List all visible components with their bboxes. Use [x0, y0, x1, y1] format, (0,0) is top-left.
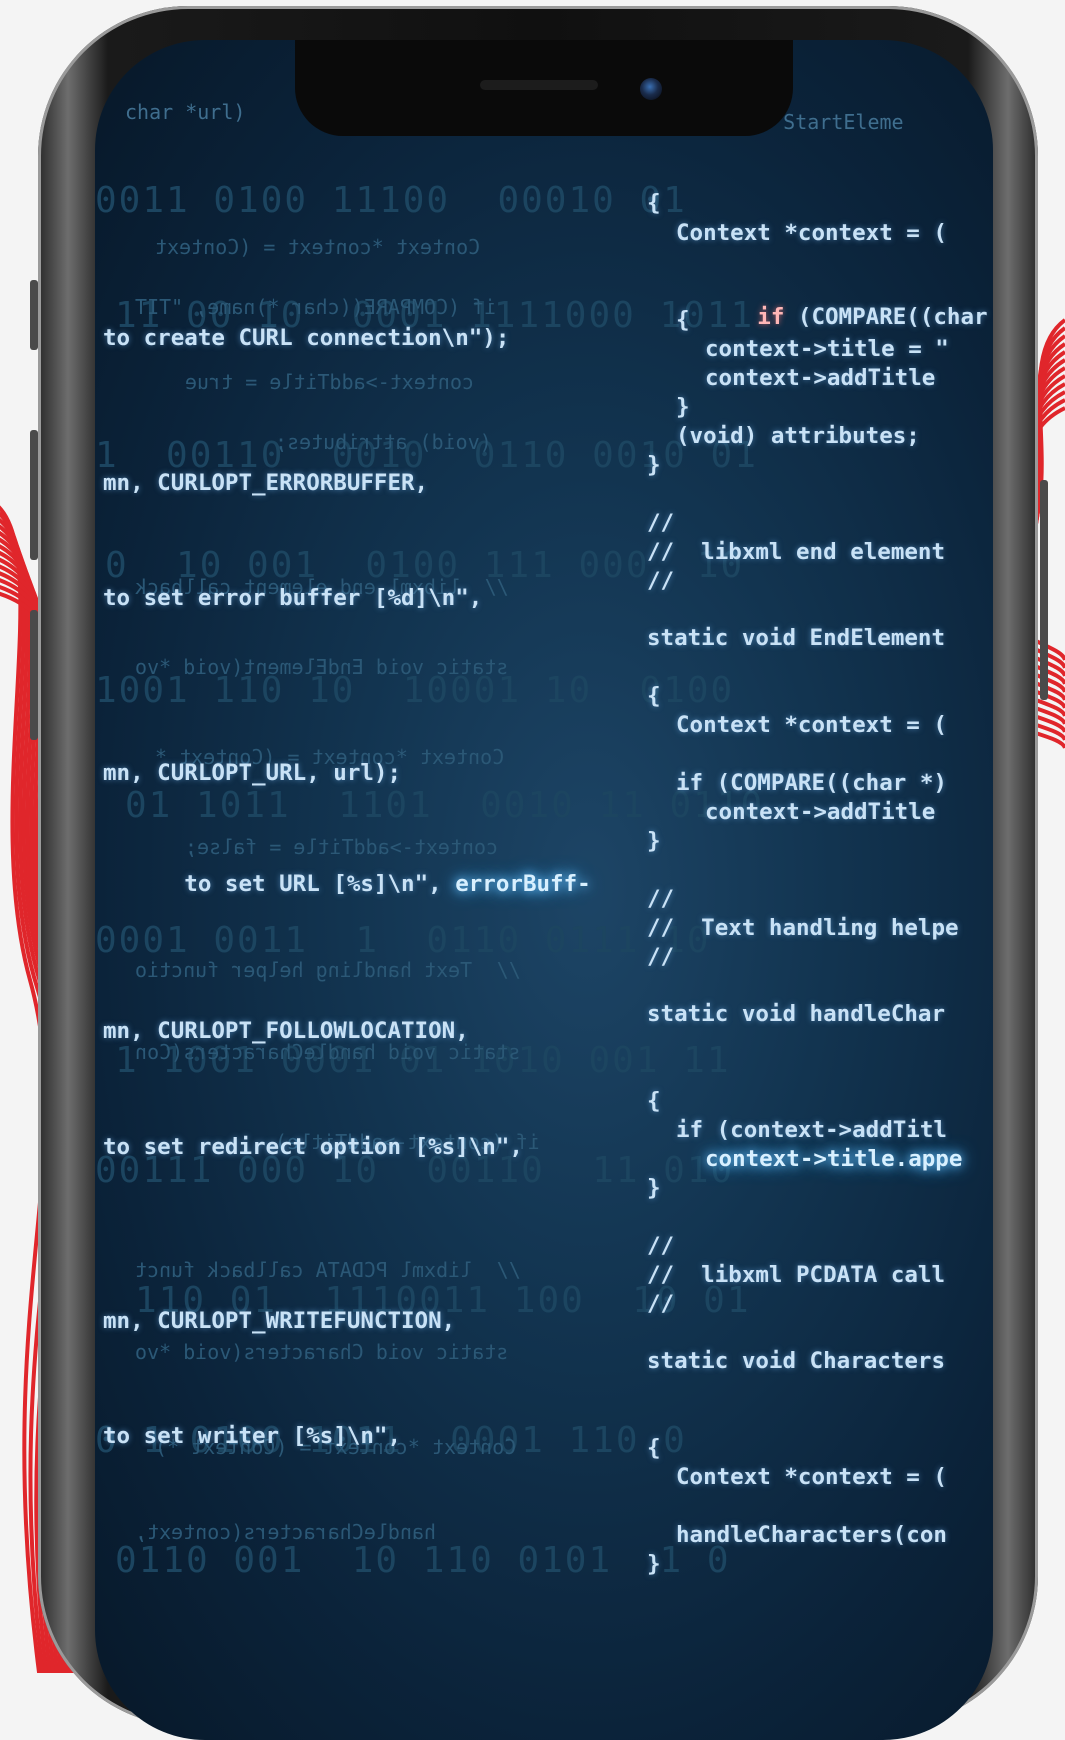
phone-screen: 0011 0100 11100 00010 01 11 00 10 0001 1… [95, 40, 993, 1740]
code-line: to set redirect option [%s]\n", [103, 1134, 523, 1160]
code-line: mn, CURLOPT_ERRORBUFFER, [103, 470, 429, 496]
code-line: Context *context = ( [676, 1464, 947, 1490]
code-line: } [647, 1175, 661, 1201]
code-line: static void Characters [647, 1348, 946, 1374]
code-line: to create CURL connection\n"); [103, 325, 510, 351]
code-line: to set error buffer [%d]\n", [103, 585, 483, 611]
code-line: // [647, 510, 675, 536]
earpiece-speaker [480, 80, 598, 90]
binary-row: 0110 001 10 110 0101 1 0 [115, 1540, 731, 1581]
code-line: context->title.appe [705, 1146, 963, 1172]
code-line: // libxml PCDATA call [647, 1262, 946, 1288]
code-line: { [647, 1435, 661, 1461]
mirrored-code-fragment: static void EndElement(void *vo [135, 655, 509, 679]
binary-row: 0001 0011 1 0110 0111 10 [95, 920, 711, 961]
highlighted-token: errorBuff- [455, 871, 591, 897]
code-line: // libxml end element [647, 539, 946, 565]
code-line: } [647, 452, 661, 478]
code-line: } [676, 394, 690, 420]
code-line: (void) attributes; [676, 423, 920, 449]
code-line: mn, CURLOPT_FOLLOWLOCATION, [103, 1018, 469, 1044]
code-line: if (context->addTitl [676, 1117, 947, 1143]
code-line: // [647, 568, 675, 594]
mirrored-code-fragment: // Text handling helper functio [135, 958, 521, 982]
mirrored-code-fragment: // libxml PCDATA callback funct [135, 1258, 521, 1282]
code-line: static void EndElement [647, 625, 946, 651]
mirrored-code-fragment: context->addTitle = true [185, 370, 474, 394]
code-line-text: (COMPARE((char *) [797, 304, 988, 330]
code-line: to set URL [%s]\n", errorBuff- [103, 845, 591, 923]
power-button [1040, 480, 1048, 700]
binary-row: 0011 0100 11100 00010 01 [95, 180, 687, 221]
code-line: // [647, 1291, 675, 1317]
code-line: context->addTitle [705, 799, 936, 825]
code-line: to set writer [%s]\n", [103, 1423, 402, 1449]
code-line: handleCharacters(con [676, 1522, 947, 1548]
mirrored-code-fragment: static void Characters(void *vo [135, 1340, 509, 1364]
code-line: // [647, 886, 675, 912]
code-line: Context *context = ( [676, 712, 947, 738]
code-line: Context *context = ( [676, 220, 947, 246]
code-line: { [647, 683, 661, 709]
code-line: context->title = " [705, 336, 949, 362]
code-line: context->addTitle [705, 365, 936, 391]
code-line: static void handleChar [647, 1001, 946, 1027]
code-line: } [647, 828, 661, 854]
volume-down-button [30, 610, 38, 740]
code-line: mn, CURLOPT_WRITEFUNCTION, [103, 1308, 456, 1334]
mute-switch [30, 280, 38, 350]
code-line: } [647, 1551, 661, 1577]
code-line: mn, CURLOPT_URL, url); [103, 760, 402, 786]
volume-up-button [30, 430, 38, 560]
mirrored-code-fragment: handleCharacters(context, [135, 1520, 437, 1544]
code-line: // Text handling helpe [647, 915, 959, 941]
mirrored-code-fragment: Context *context = (Context [155, 235, 481, 259]
code-line: { [647, 190, 661, 216]
code-line: // [647, 944, 675, 970]
code-line: if (COMPARE((char *) [676, 770, 947, 796]
front-camera-icon [640, 78, 662, 100]
keyword-if: if [757, 304, 785, 330]
mirrored-code-fragment: if (COMPARE((char *)name, "TIT [135, 295, 497, 319]
mirrored-code-fragment: (void) attributes; [275, 430, 492, 454]
binary-row: 01 1011 1101 0010 11 0110 [125, 785, 765, 826]
code-line-text: to set URL [%s]\n", [184, 871, 456, 897]
mirrored-code-fragment: char *url) [125, 100, 246, 124]
code-line: // [647, 1233, 675, 1259]
code-line: { [676, 307, 690, 333]
code-line: { [647, 1088, 661, 1114]
